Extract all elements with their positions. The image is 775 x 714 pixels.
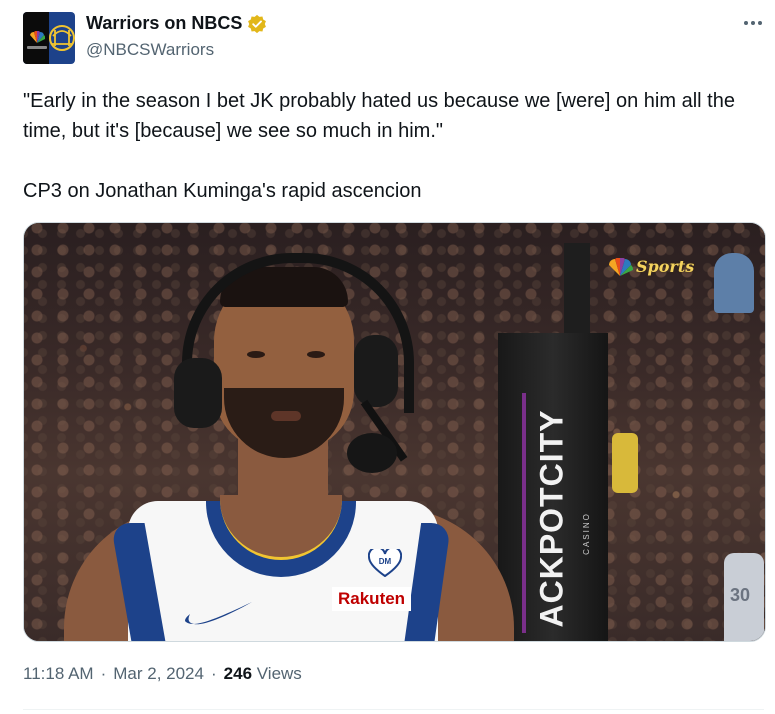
jersey-sponsor-patch: Rakuten: [332, 587, 412, 611]
more-options-button[interactable]: [738, 13, 768, 33]
hoop-pole: [564, 243, 590, 343]
stanchion-sign-subtext: CASINO: [581, 511, 591, 555]
author-name-row: Warriors on NBCS: [86, 13, 267, 34]
peacock-icon: [30, 31, 45, 43]
divider: [23, 709, 764, 710]
tweet-card: Warriors on NBCS @NBCSWarriors "Early in…: [0, 0, 775, 714]
peacock-icon: [609, 257, 633, 276]
background-jersey-number: 30: [730, 585, 751, 605]
heart-badge-icon: DM: [368, 549, 402, 577]
tweet-media-image[interactable]: 30 ACKPOTCITY CASINO Sports DM Rakuten: [23, 222, 766, 642]
author-avatar[interactable]: [23, 12, 75, 64]
background-fan-yellow: [612, 433, 638, 493]
meta-separator: ·: [100, 664, 107, 683]
nbc-sports-watermark: Sports: [607, 257, 694, 276]
stanchion-sign-sub: CASINO: [576, 503, 596, 563]
headset-earcup-left: [174, 358, 222, 428]
tweet-caption: CP3 on Jonathan Kuminga's rapid ascencio…: [23, 180, 422, 202]
views-count: 246: [223, 664, 253, 683]
heart-badge-text: DM: [379, 557, 392, 566]
watermark-text: Sports: [636, 257, 695, 276]
tweet-meta: 11:18 AM · Mar 2, 2024 · 246 Views: [23, 664, 302, 684]
verified-badge-icon: [248, 14, 267, 33]
tweet-time[interactable]: 11:18 AM: [23, 664, 94, 684]
ellipsis-icon-dot: [751, 21, 755, 25]
author-display-name[interactable]: Warriors on NBCS: [86, 13, 242, 34]
microphone-icon: [347, 433, 397, 473]
ellipsis-icon-dot: [758, 21, 762, 25]
ellipsis-icon: [744, 21, 748, 25]
meta-separator-2: ·: [210, 664, 217, 683]
background-fan: [714, 253, 754, 313]
headset-earcup-right: [354, 335, 398, 407]
bridge-icon: [49, 25, 75, 51]
nike-swoosh-icon: [185, 602, 252, 625]
stanchion-sign-text: ACKPOTCITY: [533, 409, 570, 627]
tweet-text: "Early in the season I bet JK probably h…: [23, 86, 758, 206]
author-handle[interactable]: @NBCSWarriors: [86, 40, 214, 60]
avatar-caption-bar: [27, 46, 47, 49]
tweet-date[interactable]: Mar 2, 2024: [113, 664, 204, 684]
tweet-quote: "Early in the season I bet JK probably h…: [23, 90, 735, 142]
views-label: Views: [256, 664, 302, 683]
